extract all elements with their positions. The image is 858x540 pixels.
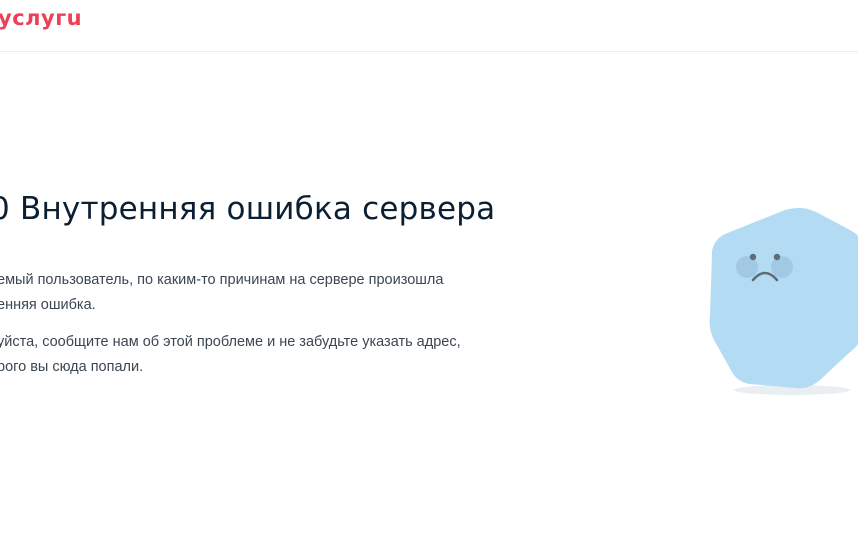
error-title: 0 Внутренняя ошибка сервера bbox=[0, 191, 496, 227]
error-page: услугu 0 Внутренняя ошибка сервера емый … bbox=[0, 0, 858, 540]
mascot-body bbox=[709, 208, 858, 389]
error-message-line: емый пользователь, по каким-то причинам … bbox=[0, 272, 444, 288]
error-instructions-line: рого вы сюда попали. bbox=[0, 359, 144, 375]
mascot-right-eye bbox=[773, 253, 781, 261]
gosuslugi-logo[interactable]: услугu bbox=[0, 6, 82, 30]
error-instructions-line: уйста, сообщите нам об этой проблеме и н… bbox=[0, 334, 461, 350]
mascot-left-eye bbox=[749, 253, 757, 261]
header: услугu bbox=[0, 0, 858, 52]
error-message-line: енняя ошибка. bbox=[0, 297, 96, 313]
error-instructions: уйста, сообщите нам об этой проблеме и н… bbox=[0, 330, 517, 380]
sad-hexagon-icon bbox=[709, 208, 858, 395]
mascot-right-cheek bbox=[771, 256, 793, 278]
sad-mascot bbox=[700, 200, 858, 400]
error-message: емый пользователь, по каким-то причинам … bbox=[0, 268, 517, 318]
